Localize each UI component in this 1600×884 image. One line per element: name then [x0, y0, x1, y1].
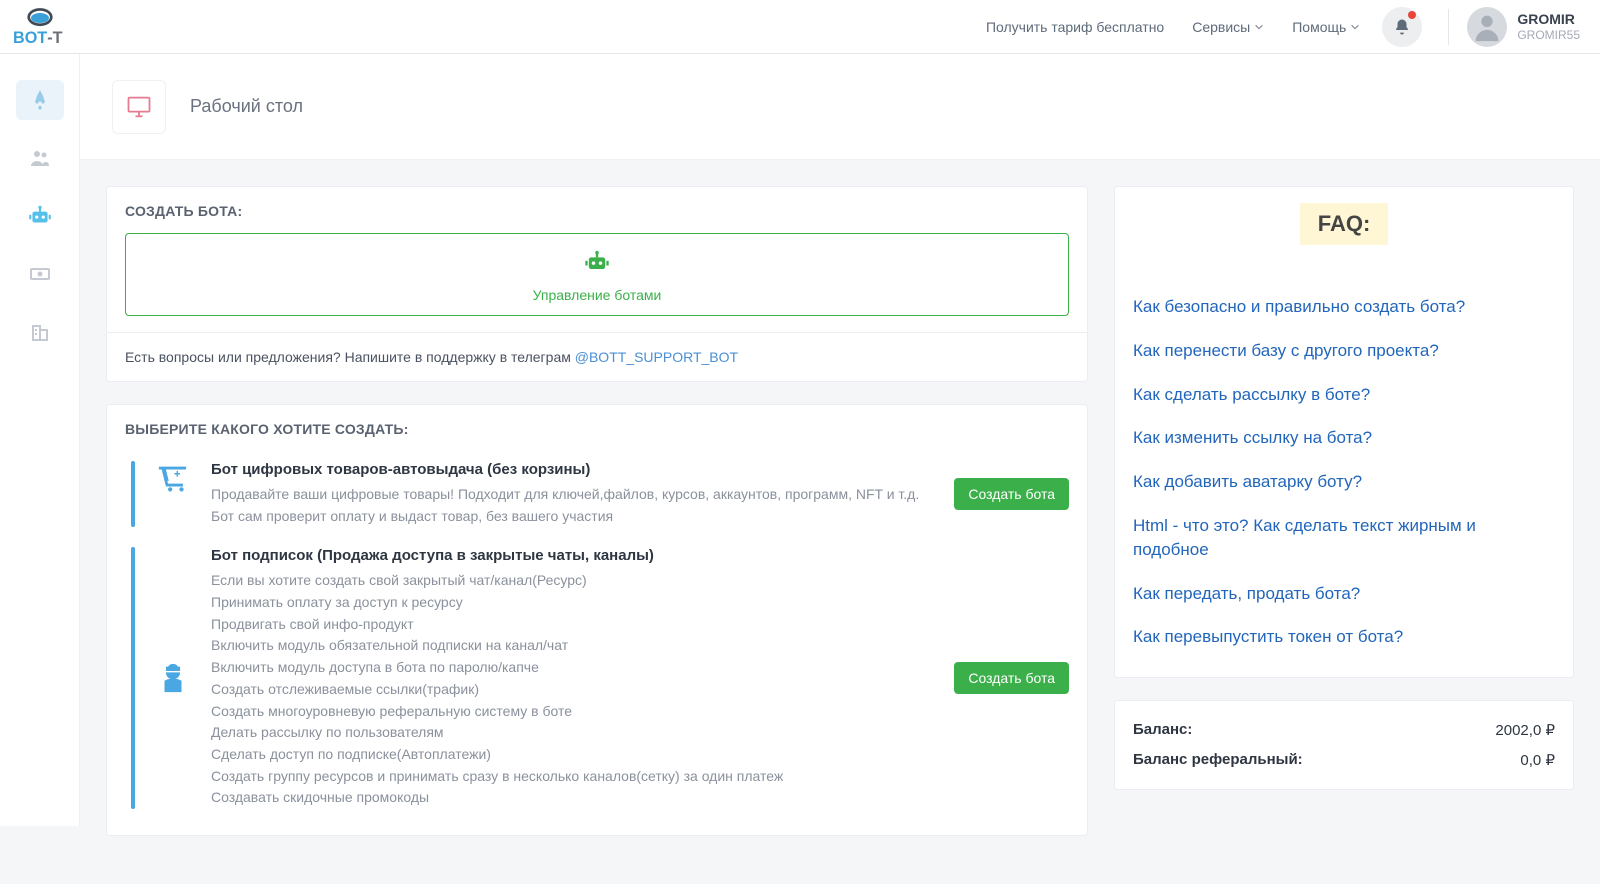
help-menu[interactable]: Помощь — [1292, 19, 1360, 35]
user-name: GROMIR — [1517, 11, 1580, 28]
type2-line: Включить модуль доступа в бота по паролю… — [211, 657, 936, 679]
left-sidebar — [0, 54, 80, 826]
type2-line: Продвигать свой инфо-продукт — [211, 614, 936, 636]
user-menu[interactable]: GROMIR GROMIR55 — [1467, 7, 1580, 47]
top-header: BOT -T Получить тариф бесплатно Сервисы … — [0, 0, 1600, 54]
type2-line: Создать группу ресурсов и принимать сраз… — [211, 766, 936, 788]
bot-type-subscription: Бот подписок (Продажа доступа в закрытые… — [125, 537, 1069, 819]
user-icon — [1470, 10, 1504, 44]
accent-bar — [131, 461, 135, 527]
type1-desc: Продавайте ваши цифровые товары! Подходи… — [211, 484, 936, 527]
type2-line: Создавать скидочные промокоды — [211, 787, 936, 809]
type2-title: Бот подписок (Продажа доступа в закрытые… — [211, 547, 936, 564]
faq-item[interactable]: Как добавить аватарку боту? — [1133, 460, 1555, 504]
type1-title: Бот цифровых товаров-автовыдача (без кор… — [211, 461, 936, 478]
page-title-bar: Рабочий стол — [80, 54, 1600, 160]
svg-text:BOT: BOT — [13, 29, 47, 47]
rocket-icon — [28, 88, 52, 112]
create-bot-button[interactable]: Создать бота — [954, 662, 1069, 694]
help-label: Помощь — [1292, 19, 1346, 35]
balance-value: 2002,0 ₽ — [1495, 721, 1555, 739]
page-icon — [112, 80, 166, 134]
type2-line: Включить модуль обязательной подписки на… — [211, 635, 936, 657]
support-text: Есть вопросы или предложения? Напишите в… — [107, 332, 1087, 381]
notification-dot — [1408, 11, 1416, 19]
faq-list: Как безопасно и правильно создать бота?К… — [1115, 279, 1573, 677]
tariff-label: Получить тариф бесплатно — [986, 19, 1164, 35]
type2-line: Если вы хотите создать свой закрытый чат… — [211, 570, 936, 592]
sidebar-item-users[interactable] — [16, 138, 64, 178]
money-icon — [28, 262, 52, 286]
create-bot-card: СОЗДАТЬ БОТА: Управление ботами Есть воп… — [106, 186, 1088, 382]
faq-item[interactable]: Как перевыпустить токен от бота? — [1133, 615, 1555, 659]
create-bot-title: СОЗДАТЬ БОТА: — [125, 203, 1069, 219]
services-label: Сервисы — [1192, 19, 1250, 35]
type2-line: Сделать доступ по подписке(Автоплатежи) — [211, 744, 936, 766]
chevron-down-icon — [1254, 22, 1264, 32]
create-bot-button[interactable]: Создать бота — [954, 478, 1069, 510]
monitor-icon — [125, 93, 153, 121]
type2-line: Принимать оплату за доступ к ресурсу — [211, 592, 936, 614]
type2-line: Создать отслеживаемые ссылки(трафик) — [211, 679, 936, 701]
avatar — [1467, 7, 1507, 47]
sidebar-item-payments[interactable] — [16, 254, 64, 294]
choose-type-card: ВЫБЕРИТЕ КАКОГО ХОТИТЕ СОЗДАТЬ: Бот цифр… — [106, 404, 1088, 836]
notifications-button[interactable] — [1382, 7, 1422, 47]
manage-bots-button[interactable]: Управление ботами — [125, 233, 1069, 316]
divider — [1448, 9, 1449, 45]
chevron-down-icon — [1350, 22, 1360, 32]
support-link[interactable]: @BOTT_SUPPORT_BOT — [575, 349, 738, 365]
type2-line: Создать многоуровневую реферальную систе… — [211, 701, 936, 723]
bot-icon — [27, 203, 53, 229]
type2-desc: Если вы хотите создать свой закрытый чат… — [211, 570, 936, 809]
bot-icon — [583, 248, 611, 276]
type2-line: Делать рассылку по пользователям — [211, 722, 936, 744]
faq-card: FAQ: Как безопасно и правильно создать б… — [1114, 186, 1574, 678]
bell-icon — [1393, 18, 1411, 36]
faq-item[interactable]: Html - что это? Как сделать текст жирным… — [1133, 504, 1555, 572]
balance-label: Баланс: — [1133, 721, 1192, 739]
bot-type-digital: Бот цифровых товаров-автовыдача (без кор… — [125, 451, 1069, 537]
balance-card: Баланс: 2002,0 ₽ Баланс реферальный: 0,0… — [1114, 700, 1574, 790]
manage-bots-label: Управление ботами — [126, 287, 1068, 303]
choose-title: ВЫБЕРИТЕ КАКОГО ХОТИТЕ СОЗДАТЬ: — [125, 421, 1069, 437]
svg-text:-T: -T — [47, 29, 62, 47]
accent-bar — [131, 547, 135, 809]
support-prefix: Есть вопросы или предложения? Напишите в… — [125, 349, 575, 365]
faq-item[interactable]: Как перенести базу с другого проекта? — [1133, 329, 1555, 373]
sidebar-item-company[interactable] — [16, 312, 64, 352]
faq-title: FAQ: — [1300, 203, 1389, 245]
agent-icon — [153, 661, 193, 695]
get-tariff-link[interactable]: Получить тариф бесплатно — [986, 19, 1164, 35]
logo[interactable]: BOT -T — [0, 0, 80, 54]
faq-item[interactable]: Как изменить ссылку на бота? — [1133, 416, 1555, 460]
users-icon — [28, 146, 52, 170]
services-menu[interactable]: Сервисы — [1192, 19, 1264, 35]
faq-item[interactable]: Как сделать рассылку в боте? — [1133, 373, 1555, 417]
user-subname: GROMIR55 — [1517, 28, 1580, 42]
sidebar-item-dashboard[interactable] — [16, 80, 64, 120]
balance-ref-value: 0,0 ₽ — [1520, 751, 1555, 769]
faq-item[interactable]: Как безопасно и правильно создать бота? — [1133, 285, 1555, 329]
balance-ref-label: Баланс реферальный: — [1133, 751, 1303, 769]
page-title: Рабочий стол — [190, 96, 303, 117]
building-icon — [28, 320, 52, 344]
faq-item[interactable]: Как передать, продать бота? — [1133, 572, 1555, 616]
sidebar-item-bots[interactable] — [16, 196, 64, 236]
cart-icon — [153, 461, 193, 495]
